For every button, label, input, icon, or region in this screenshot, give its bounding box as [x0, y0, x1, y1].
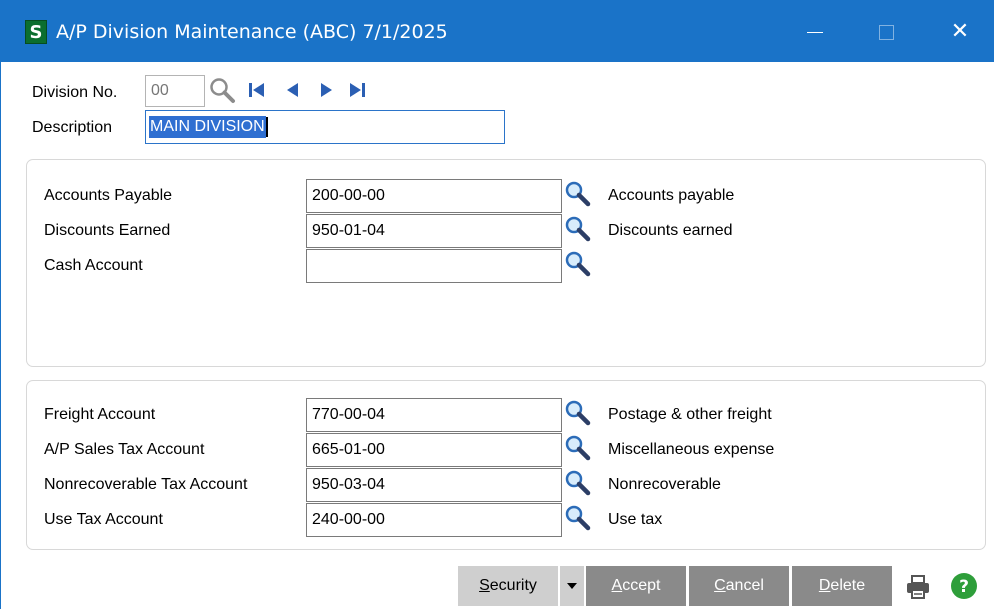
- accept-label: ccept: [622, 577, 661, 594]
- previous-record-icon[interactable]: [283, 80, 303, 100]
- delete-button[interactable]: Delete: [792, 566, 892, 606]
- accept-mnemonic: A: [611, 577, 623, 594]
- description-input[interactable]: MAIN DIVISION: [145, 110, 505, 144]
- delete-label: elete: [830, 577, 866, 594]
- security-label: ecurity: [489, 577, 537, 594]
- last-record-icon[interactable]: [347, 80, 367, 100]
- delete-mnemonic: D: [818, 577, 831, 594]
- security-dropdown-button[interactable]: [560, 566, 584, 606]
- magnifier-icon[interactable]: [563, 433, 593, 463]
- cash-account-input[interactable]: [306, 249, 562, 283]
- magnifier-icon[interactable]: [563, 503, 593, 533]
- nonrecoverable-tax-account-input[interactable]: 950-03-04: [306, 468, 562, 502]
- ap-sales-tax-account-label: A/P Sales Tax Account: [44, 441, 205, 458]
- magnifier-icon[interactable]: [563, 179, 593, 209]
- magnifier-icon[interactable]: [208, 76, 236, 104]
- freight-account-label: Freight Account: [44, 406, 156, 423]
- security-mnemonic: S: [479, 577, 490, 594]
- freight-account-input[interactable]: 770-00-04: [306, 398, 562, 432]
- window-border: [0, 62, 1, 609]
- accounts-payable-label: Accounts Payable: [44, 187, 173, 204]
- minimize-button[interactable]: [795, 12, 835, 52]
- use-tax-account-label: Use Tax Account: [44, 511, 163, 528]
- close-icon: ✕: [950, 19, 970, 44]
- maximize-button[interactable]: [866, 12, 906, 52]
- magnifier-icon[interactable]: [563, 249, 593, 279]
- cancel-mnemonic: C: [714, 577, 726, 594]
- help-icon[interactable]: ?: [950, 572, 978, 600]
- use-tax-account-description: Use tax: [608, 511, 663, 528]
- nonrecoverable-tax-account-description: Nonrecoverable: [608, 476, 721, 493]
- text-caret: [265, 116, 268, 137]
- cash-account-label: Cash Account: [44, 257, 143, 274]
- security-button[interactable]: Security: [458, 566, 558, 606]
- magnifier-icon[interactable]: [563, 214, 593, 244]
- accounts-payable-description: Accounts payable: [608, 187, 735, 204]
- window-title: A/P Division Maintenance (ABC) 7/1/2025: [56, 21, 448, 43]
- description-value: MAIN DIVISION: [149, 116, 266, 138]
- description-label: Description: [32, 119, 113, 136]
- first-record-icon[interactable]: [247, 80, 267, 100]
- discounts-earned-label: Discounts Earned: [44, 222, 171, 239]
- printer-icon[interactable]: [904, 573, 932, 601]
- ap-sales-tax-account-input[interactable]: 665-01-00: [306, 433, 562, 467]
- cancel-label: ancel: [725, 577, 764, 594]
- close-button[interactable]: ✕: [940, 12, 980, 52]
- ap-sales-tax-account-description: Miscellaneous expense: [608, 441, 775, 458]
- svg-text:?: ?: [959, 577, 969, 597]
- accounts-payable-input[interactable]: 200-00-00: [306, 179, 562, 213]
- discounts-earned-description: Discounts earned: [608, 222, 733, 239]
- nonrecoverable-tax-account-label: Nonrecoverable Tax Account: [44, 476, 248, 493]
- division-no-input[interactable]: 00: [145, 75, 205, 107]
- division-no-label: Division No.: [32, 84, 118, 101]
- magnifier-icon[interactable]: [563, 468, 593, 498]
- accept-button[interactable]: Accept: [586, 566, 686, 606]
- next-record-icon[interactable]: [316, 80, 336, 100]
- use-tax-account-input[interactable]: 240-00-00: [306, 503, 562, 537]
- magnifier-icon[interactable]: [563, 398, 593, 428]
- cancel-button[interactable]: Cancel: [689, 566, 789, 606]
- dropdown-arrow-icon: [567, 582, 577, 589]
- app-icon[interactable]: S: [25, 20, 47, 44]
- discounts-earned-input[interactable]: 950-01-04: [306, 214, 562, 248]
- freight-account-description: Postage & other freight: [608, 406, 772, 423]
- title-bar: S A/P Division Maintenance (ABC) 7/1/202…: [0, 0, 994, 62]
